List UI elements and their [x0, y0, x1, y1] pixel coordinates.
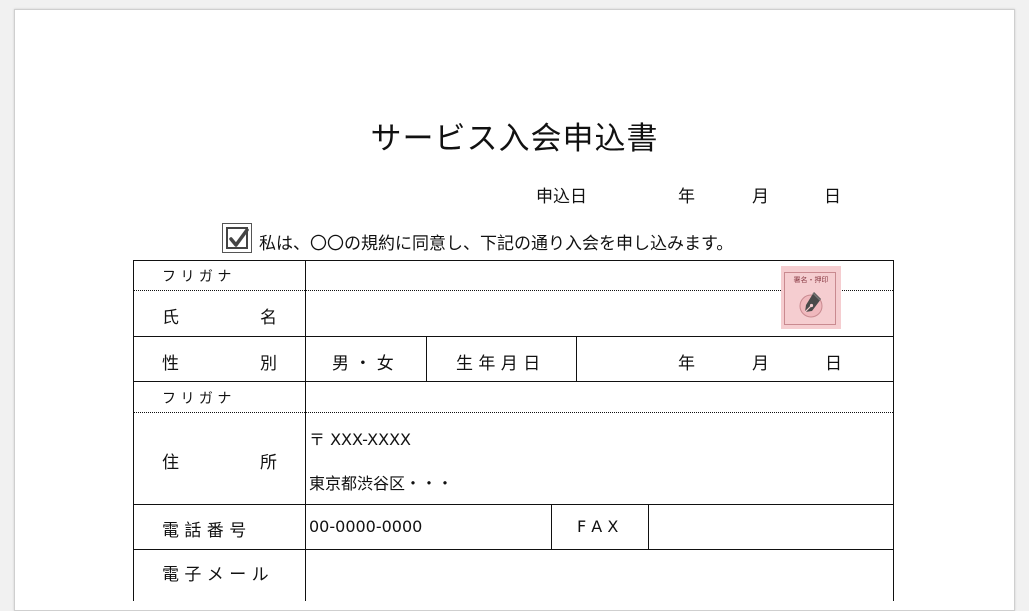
row-divider-line: [134, 336, 893, 337]
email-label: 電 子 メ ー ル: [162, 565, 269, 585]
document-title: サービス入会申込書: [370, 121, 659, 157]
birth-year-label: 年: [678, 354, 695, 374]
gender-options[interactable]: 男 ・ 女: [332, 349, 394, 374]
fax-label: F A X: [577, 517, 619, 536]
row-divider-line: [134, 549, 893, 550]
column-line: [648, 504, 649, 549]
stamp-label: 署名・押印: [793, 276, 829, 284]
application-date-label: 申込日: [536, 187, 587, 207]
gender-label-part1: 性: [162, 354, 179, 374]
gender-label-part2: 別: [260, 354, 277, 374]
application-date-day: 日: [824, 187, 841, 207]
birth-day-label: 日: [825, 354, 842, 374]
agreement-checkbox[interactable]: [222, 223, 252, 253]
address-value[interactable]: 東京都渋谷区・・・: [309, 470, 453, 494]
application-date-year: 年: [678, 187, 695, 207]
postal-code-value[interactable]: 〒 XXX-XXXX: [309, 426, 411, 450]
column-line: [426, 336, 427, 381]
address-furigana-field[interactable]: [306, 382, 892, 412]
application-form-table: フ リ ガ ナ 氏 名 性 別 男 ・ 女 生 年 月 日 年 月 日 フ リ …: [133, 260, 894, 601]
name-furigana-label: フ リ ガ ナ: [162, 269, 232, 285]
birth-month-label: 月: [752, 354, 769, 374]
signature-stamp-area[interactable]: 署名・押印: [781, 266, 841, 329]
phone-value[interactable]: 00-0000-0000: [309, 517, 422, 536]
address-label-part1: 住: [162, 453, 179, 473]
row-divider-line: [134, 504, 893, 505]
birthdate-label: 生 年 月 日: [456, 354, 541, 374]
pen-nib-icon: [799, 292, 823, 318]
phone-label: 電 話 番 号: [162, 521, 247, 541]
furigana-divider-line: [134, 412, 893, 413]
address-label-part2: 所: [260, 453, 277, 473]
column-line: [576, 336, 577, 381]
application-date-month: 月: [752, 187, 769, 207]
column-line: [551, 504, 552, 549]
checkmark-icon: [229, 228, 249, 247]
name-label-part1: 氏: [162, 308, 179, 328]
address-furigana-label: フ リ ガ ナ: [162, 391, 232, 407]
agreement-text: 私は、〇〇の規約に同意し、下記の通り入会を申し込みます。: [259, 234, 734, 254]
name-label-part2: 名: [260, 308, 277, 328]
